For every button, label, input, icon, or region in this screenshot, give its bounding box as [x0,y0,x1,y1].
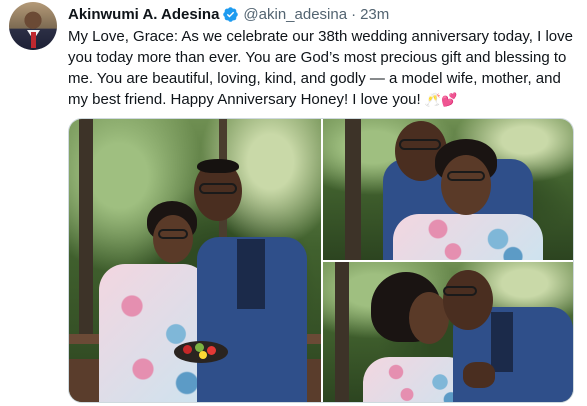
author-handle[interactable]: @akin_adesina [243,6,347,23]
tweet-emojis: 🥂💕 [424,93,458,108]
verified-badge-icon [222,6,239,23]
woman-dress [393,214,543,260]
man-glasses [199,183,237,194]
man-glasses [399,139,441,150]
avatar-tie [31,32,36,48]
man-hair [197,159,239,173]
man-hand [463,362,495,388]
tree-trunk [345,119,361,260]
header-separator: · [351,5,357,23]
author-name[interactable]: Akinwumi A. Adesina [68,6,219,23]
author-avatar[interactable] [9,2,57,50]
media-photo-2[interactable] [323,119,573,260]
woman-face [153,215,193,263]
tweet-timestamp[interactable]: 23m [360,6,389,23]
tweet-card[interactable]: Akinwumi A. Adesina @akin_adesina · 23m … [0,0,587,406]
tweet-text: My Love, Grace: As we celebrate our 38th… [68,26,573,111]
man-glasses [443,286,477,296]
tweet-text-content: My Love, Grace: As we celebrate our 38th… [68,28,573,108]
fruit [183,345,192,354]
fruit [199,351,207,359]
tweet-header: Akinwumi A. Adesina @akin_adesina · 23m [68,4,389,24]
tweet-media-grid [68,118,574,403]
woman-glasses [158,229,188,239]
woman-face [441,155,491,215]
tree-trunk [335,262,349,402]
woman-dress [99,264,209,402]
man-face [443,270,493,330]
man-shirt [491,312,513,372]
media-photo-1[interactable] [69,119,321,402]
fruit [207,346,216,355]
man-shirt [237,239,265,309]
media-photo-3[interactable] [323,262,573,402]
tree-trunk [79,119,93,339]
woman-glasses [447,171,485,181]
